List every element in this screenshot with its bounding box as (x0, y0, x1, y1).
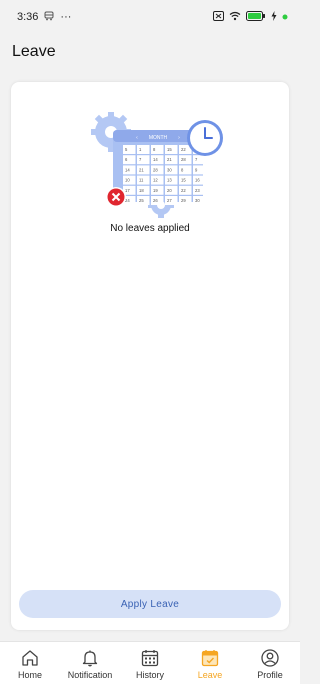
status-left: 3:36 ··· (17, 11, 71, 24)
nav-item-profile[interactable]: Profile (240, 647, 300, 680)
nav-item-home[interactable]: Home (0, 647, 60, 680)
bell-icon (79, 647, 101, 669)
calendar-day-number: 23 (195, 188, 200, 193)
calendar-day-number: 18 (139, 188, 144, 193)
charging-icon (271, 10, 277, 24)
status-dot-icon (282, 11, 288, 23)
calendar-day-number: 21 (167, 157, 172, 162)
bottom-nav: Home Notification History Leave Profile (0, 641, 300, 684)
error-x-icon (106, 187, 126, 207)
nav-label-history: History (135, 670, 164, 680)
leave-card: MONTH ‹ › 518152229671421287142128308910… (11, 82, 289, 630)
bus-icon (44, 11, 54, 24)
calendar-check-icon (199, 647, 221, 669)
calendar-day-number: 17 (125, 188, 130, 193)
calendar-day-number: 13 (167, 178, 172, 183)
calendar-day-number: 30 (195, 198, 200, 203)
status-bar: 3:36 ··· (0, 0, 300, 34)
page-title: Leave (12, 43, 56, 60)
calendar-day-number: 29 (181, 198, 186, 203)
apply-leave-button[interactable]: Apply Leave (19, 590, 281, 618)
nav-item-leave[interactable]: Leave (180, 647, 240, 680)
nav-label-home: Home (17, 670, 42, 680)
calendar-day-number: 25 (139, 198, 144, 203)
status-right (213, 10, 288, 24)
wifi-icon (229, 11, 241, 24)
no-sim-icon (213, 10, 224, 24)
calendar-day-number: 16 (195, 178, 200, 183)
calendar-day-number: 10 (125, 178, 130, 183)
calendar-day-number: 14 (153, 157, 158, 162)
nav-label-profile: Profile (257, 670, 283, 680)
calendar-day-number: 27 (167, 198, 172, 203)
user-icon (259, 647, 281, 669)
calendar-month-label: MONTH (149, 135, 168, 141)
calendar-day-number: 22 (181, 147, 186, 152)
calendar-day-number: 21 (139, 167, 144, 172)
nav-item-history[interactable]: History (120, 647, 180, 680)
battery-icon (246, 10, 266, 24)
calendar-day-number: 28 (153, 167, 158, 172)
calendar-day-number: 28 (181, 157, 186, 162)
calendar-day-number: 20 (167, 188, 172, 193)
calendar-day-number: 22 (181, 188, 186, 193)
calendar-day-number: 15 (167, 147, 172, 152)
calendar-day-number: 11 (139, 178, 144, 183)
clock-icon (187, 120, 223, 156)
calendar-day-number: 14 (125, 167, 130, 172)
calendar-day-number: 19 (153, 188, 158, 193)
app-header: Leave (0, 34, 300, 70)
status-time: 3:36 (17, 11, 39, 23)
home-icon (19, 647, 41, 669)
empty-state-message: No leaves applied (110, 223, 190, 234)
calendar-day-number: 26 (153, 198, 158, 203)
nav-item-notification[interactable]: Notification (60, 647, 120, 680)
calendar-day-number: 12 (153, 178, 158, 183)
nav-label-notification: Notification (67, 670, 113, 680)
calendar-grid-icon (139, 647, 161, 669)
calendar-day-number: 30 (167, 167, 172, 172)
empty-calendar-illustration: MONTH ‹ › 518152229671421287142128308910… (91, 110, 227, 220)
calendar-day-number: 15 (181, 178, 186, 183)
more-notifications-icon: ··· (60, 11, 72, 23)
nav-label-leave: Leave (197, 670, 223, 680)
